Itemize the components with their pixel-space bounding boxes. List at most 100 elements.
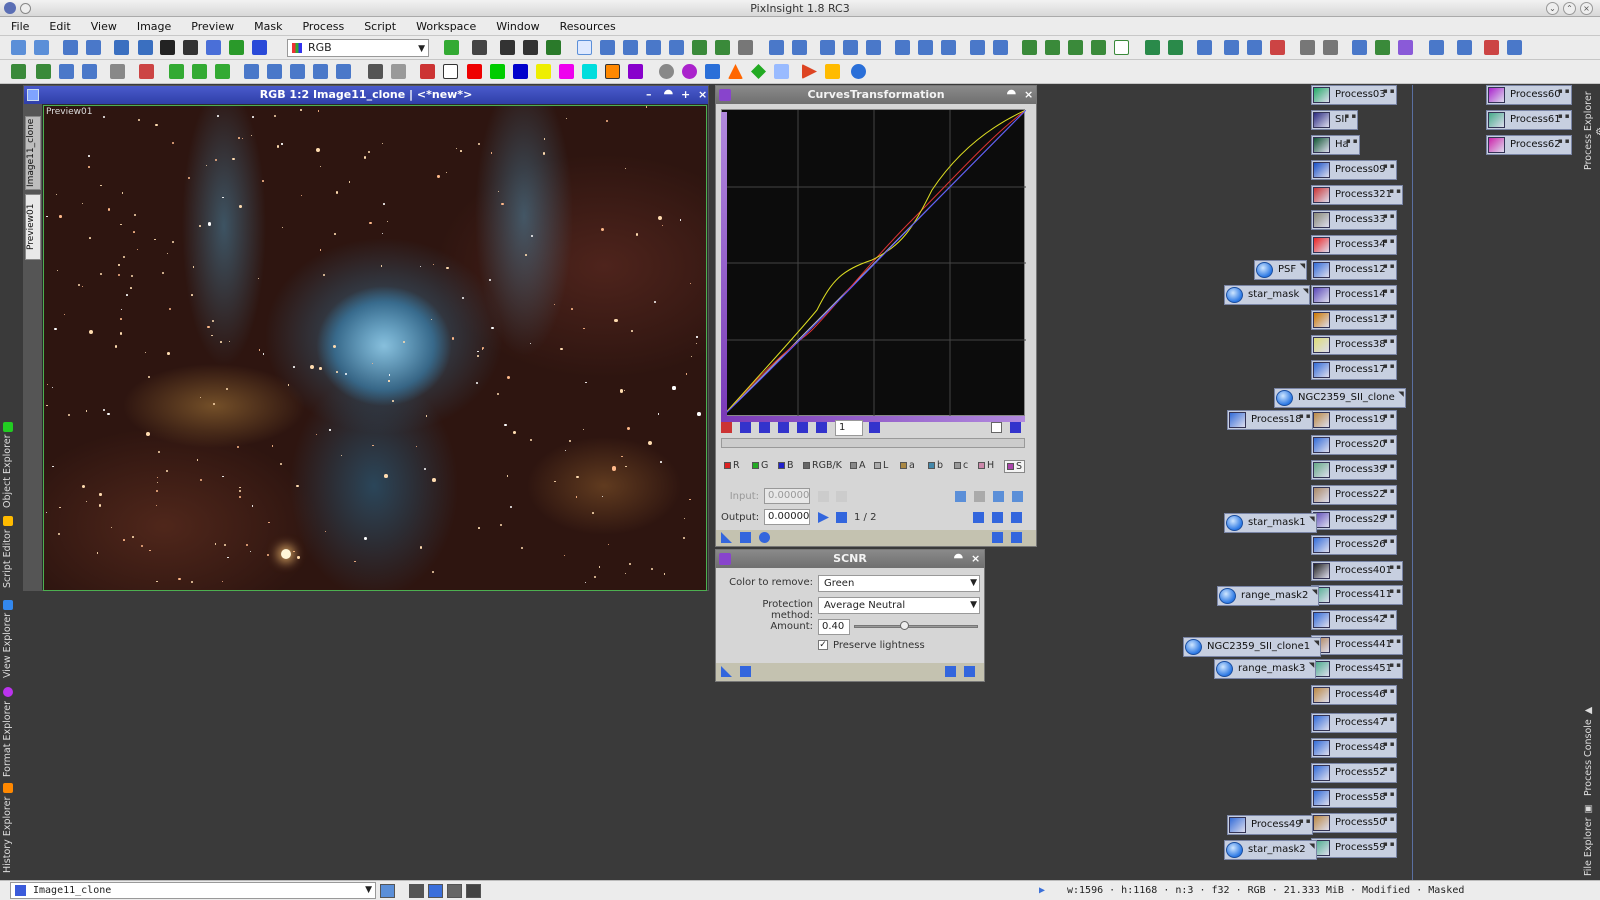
zoom-in-curve-icon[interactable] xyxy=(778,422,789,433)
yellow-icon[interactable] xyxy=(536,64,551,79)
duplicate-icon[interactable] xyxy=(138,40,153,55)
image-instance-icon-item[interactable]: NGC2359_SII_clone ◥ xyxy=(1274,388,1406,408)
flip-h-icon[interactable] xyxy=(313,64,328,79)
rotate-ccw-icon[interactable] xyxy=(290,64,305,79)
curves-titlebar[interactable]: CurvesTransformation ⯊ × xyxy=(716,86,1036,104)
channel-button-h[interactable]: H xyxy=(978,460,994,471)
maximize-icon[interactable]: ⌃ xyxy=(1563,2,1576,15)
process-icon[interactable]: Process46 ▪ ▪ xyxy=(1311,685,1397,705)
new-preview-icon[interactable] xyxy=(715,40,730,55)
cascade-icon[interactable] xyxy=(500,40,515,55)
process-icon[interactable]: Process59 ▪ ▪ xyxy=(1311,838,1397,858)
channel-button-rgb-k[interactable]: RGB/K xyxy=(803,460,842,471)
process-icon[interactable]: Process34 ▪ ▪ xyxy=(1311,235,1397,255)
process-icon[interactable]: Process13 ▪ ▪ xyxy=(1311,310,1397,330)
real-time-preview-icon[interactable] xyxy=(759,532,770,543)
curve-edit-icon[interactable] xyxy=(721,422,732,433)
curve-select-icon[interactable] xyxy=(740,422,751,433)
scnr-shade-icon[interactable]: ⯊ xyxy=(954,550,963,568)
gray-icon[interactable] xyxy=(368,64,383,79)
process-icon[interactable]: Process401 ▪ ▪ xyxy=(1311,561,1404,581)
tile-icon[interactable] xyxy=(472,40,487,55)
process-icon[interactable]: Process50 ▪ ▪ xyxy=(1311,813,1397,833)
process-icon[interactable]: Process12 ▪ ▪ xyxy=(1311,260,1397,280)
green-channel-icon[interactable] xyxy=(490,64,505,79)
rotate-icon[interactable] xyxy=(244,64,259,79)
undo-icon[interactable] xyxy=(11,40,26,55)
script-s-icon[interactable] xyxy=(825,64,840,79)
pan-curve-icon[interactable] xyxy=(816,422,827,433)
orange-icon[interactable] xyxy=(605,64,620,79)
mask-color-icon[interactable] xyxy=(1114,40,1129,55)
menu-view[interactable]: View xyxy=(80,17,126,36)
rgb-split-icon[interactable] xyxy=(229,40,244,55)
image-instance-icon-item[interactable]: range_mask3 ◥ xyxy=(1214,659,1317,679)
interp-3-icon[interactable] xyxy=(1011,512,1022,523)
pointer-icon[interactable] xyxy=(738,40,753,55)
triangle-icon[interactable] xyxy=(728,64,743,79)
zoom-out-icon[interactable] xyxy=(792,40,807,55)
channel-button-r[interactable]: R xyxy=(724,460,740,471)
menu-process[interactable]: Process xyxy=(291,17,353,36)
process-icon[interactable]: Process18 ▪ ▪ xyxy=(1227,410,1313,430)
workspace-1-icon[interactable] xyxy=(1197,40,1212,55)
image-canvas[interactable]: Preview01 xyxy=(43,105,707,591)
channel-button-b[interactable]: B xyxy=(778,460,794,471)
curve-plot[interactable] xyxy=(718,109,1027,421)
workspace-2-icon[interactable] xyxy=(1224,40,1239,55)
image-instance-icon-item[interactable]: NGC2359_SII_clone1 ◥ xyxy=(1183,637,1322,657)
workspace-3-icon[interactable] xyxy=(1247,40,1262,55)
menu-script[interactable]: Script xyxy=(353,17,405,36)
menu-workspace[interactable]: Workspace xyxy=(405,17,485,36)
tab-file-explorer[interactable]: File Explorer ▣ xyxy=(1583,803,1599,877)
image-instance-icon-item[interactable]: star_mask ◥ xyxy=(1224,285,1311,305)
tool-d-icon[interactable] xyxy=(82,64,97,79)
process-icon[interactable]: Process26 ▪ ▪ xyxy=(1311,535,1397,555)
pin-icon[interactable]: ⯊ xyxy=(664,86,673,104)
explorer-2-icon[interactable] xyxy=(1375,40,1390,55)
zoom-spinbox[interactable]: 1 xyxy=(835,420,863,436)
amount-slider[interactable] xyxy=(854,625,978,628)
process-icon[interactable]: Process19 ▪ ▪ xyxy=(1311,410,1397,430)
view-layout-1-icon[interactable] xyxy=(895,40,910,55)
tool-g-icon[interactable] xyxy=(169,64,184,79)
prev-point-icon[interactable] xyxy=(818,491,829,502)
preview-mode-icon[interactable] xyxy=(669,40,684,55)
red-channel-icon[interactable] xyxy=(467,64,482,79)
scnr-titlebar[interactable]: SCNR ⯊ × xyxy=(716,550,984,568)
refresh-icon[interactable] xyxy=(851,64,866,79)
open-icon[interactable] xyxy=(63,40,78,55)
zoom-mode-icon[interactable] xyxy=(600,40,615,55)
import-icon[interactable] xyxy=(1168,40,1183,55)
window-menu-icon[interactable] xyxy=(20,3,31,14)
channel-select[interactable]: RGB ▼ xyxy=(287,39,429,57)
process-icon[interactable]: Process20 ▪ ▪ xyxy=(1311,435,1397,455)
process-icon[interactable]: Process52 ▪ ▪ xyxy=(1311,763,1397,783)
display-mode-3-icon[interactable] xyxy=(447,884,462,898)
menu-file[interactable]: File xyxy=(0,17,38,36)
zoom-1-2-icon[interactable] xyxy=(843,40,858,55)
tool-c-icon[interactable] xyxy=(59,64,74,79)
process-icon[interactable]: Process47 ▪ ▪ xyxy=(1311,713,1397,733)
tab-format-explorer[interactable]: Format Explorer xyxy=(2,686,18,778)
process-icon[interactable]: Process09 ▪ ▪ xyxy=(1311,160,1397,180)
channel-button-b[interactable]: b xyxy=(928,460,943,471)
channel-button-l[interactable]: L xyxy=(874,460,888,471)
menu-image[interactable]: Image xyxy=(126,17,180,36)
process-icon[interactable]: Process61 ▪ ▪ xyxy=(1486,110,1572,130)
tool-h-icon[interactable] xyxy=(192,64,207,79)
menu-edit[interactable]: Edit xyxy=(38,17,79,36)
cylinder-icon[interactable] xyxy=(774,64,789,79)
violet-icon[interactable] xyxy=(628,64,643,79)
tab-process-console[interactable]: Process Console ▶ xyxy=(1583,705,1599,797)
arrange-icon[interactable] xyxy=(523,40,538,55)
view-layout-3-icon[interactable] xyxy=(941,40,956,55)
screen-icon[interactable] xyxy=(206,40,221,55)
enable-mask-icon[interactable] xyxy=(1091,40,1106,55)
display-mode-1-icon[interactable] xyxy=(409,884,424,898)
tool-1-icon[interactable] xyxy=(1429,40,1444,55)
process-icon[interactable]: Process451 ▪ ▪ xyxy=(1311,659,1404,679)
channel-button-c[interactable]: c xyxy=(954,460,968,471)
amount-field[interactable]: 0.40 xyxy=(818,619,850,635)
stf-auto-icon[interactable] xyxy=(993,40,1008,55)
